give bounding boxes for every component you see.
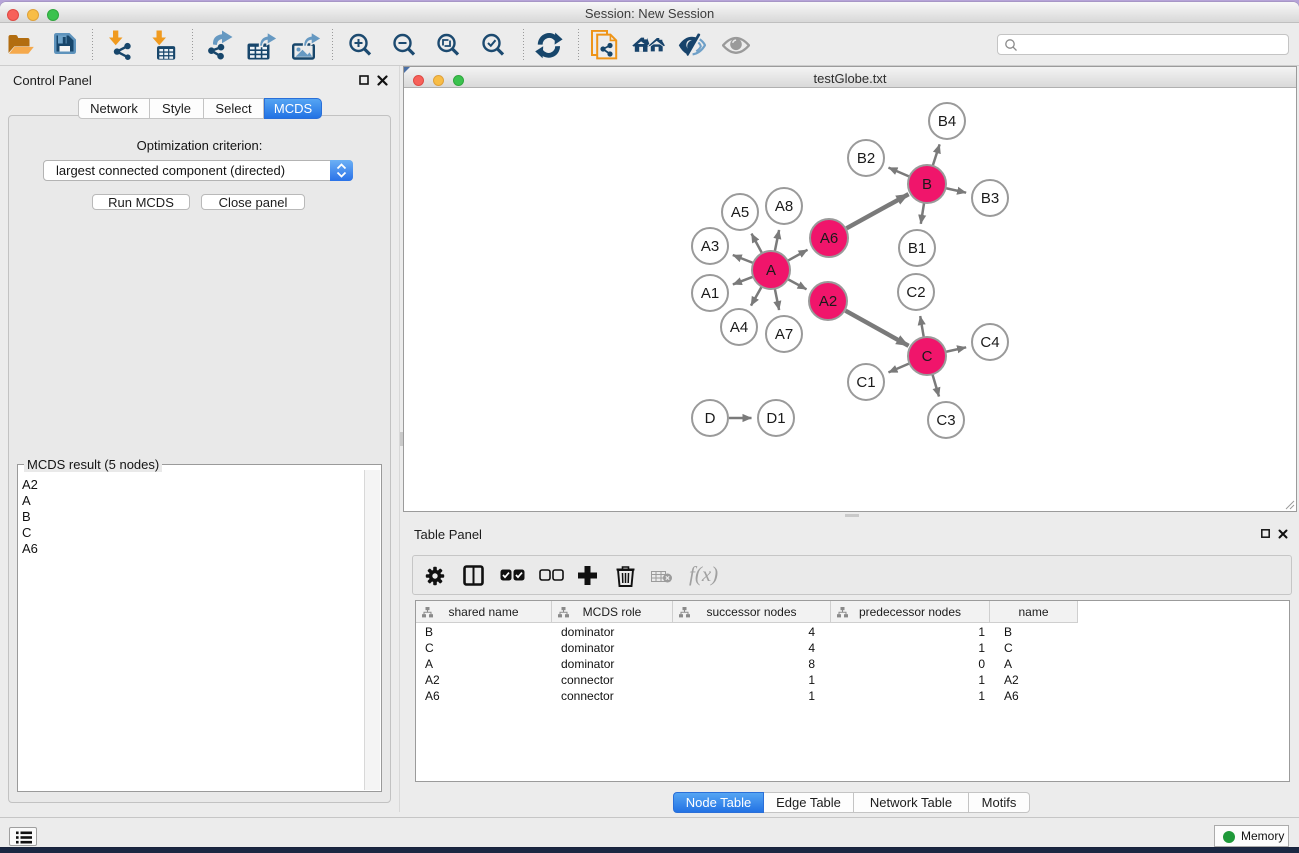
svg-text:A6: A6 [820, 230, 838, 247]
svg-text:A2: A2 [819, 293, 837, 310]
svg-text:A1: A1 [701, 285, 719, 302]
svg-text:B3: B3 [981, 190, 999, 207]
svg-text:C1: C1 [856, 374, 875, 391]
svg-text:C3: C3 [936, 412, 955, 429]
svg-text:B1: B1 [908, 240, 926, 257]
svg-text:A: A [766, 262, 776, 279]
svg-text:C4: C4 [980, 334, 999, 351]
svg-text:B: B [922, 176, 932, 193]
svg-text:B2: B2 [857, 150, 875, 167]
svg-text:A7: A7 [775, 326, 793, 343]
svg-text:A5: A5 [731, 204, 749, 221]
svg-text:A4: A4 [730, 319, 748, 336]
svg-text:D1: D1 [766, 410, 785, 427]
svg-text:A3: A3 [701, 238, 719, 255]
svg-text:C: C [922, 348, 933, 365]
svg-text:D: D [705, 410, 716, 427]
svg-text:A8: A8 [775, 198, 793, 215]
svg-text:C2: C2 [906, 284, 925, 301]
svg-text:B4: B4 [938, 113, 956, 130]
